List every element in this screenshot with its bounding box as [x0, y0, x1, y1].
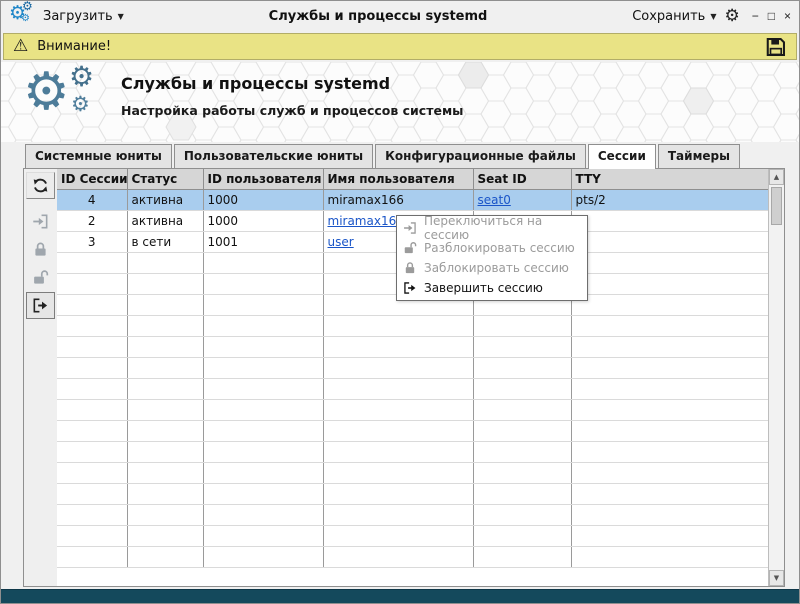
session-toolbar [24, 169, 57, 586]
tab-sessions[interactable]: Сессии [587, 144, 656, 169]
tab-config-files[interactable]: Конфигурационные файлы [375, 144, 586, 168]
unlock-session-button [26, 264, 55, 291]
refresh-icon [32, 177, 49, 194]
save-button[interactable]: Сохранить ▼ [632, 9, 716, 24]
seat-link[interactable]: seat0 [478, 193, 511, 207]
menu-item-lock-session: Заблокировать сессию [397, 258, 587, 278]
settings-gear-icon[interactable]: ⚙ [724, 7, 739, 25]
maximize-button[interactable]: □ [768, 10, 775, 22]
warning-bar: ⚠ Внимание! [3, 33, 797, 60]
lock-icon [403, 261, 417, 275]
column-header-user-id: ID пользователя [203, 169, 324, 190]
table-row-empty [57, 525, 768, 547]
lock-icon [32, 241, 49, 258]
table-row-empty [57, 546, 768, 568]
window-title: Службы и процессы systemd [268, 8, 488, 24]
switch-to-session-button [26, 208, 55, 235]
close-button[interactable]: × [784, 10, 791, 22]
user-link[interactable]: user [328, 235, 354, 249]
page-subtitle: Настройка работы служб и процессов систе… [121, 103, 464, 118]
terminate-session-icon [403, 281, 417, 295]
app-logo-gears: ⚙ ⚙ ⚙ [23, 62, 95, 122]
table-row-empty [57, 399, 768, 421]
warning-text: Внимание! [37, 39, 112, 54]
tab-system-units[interactable]: Системные юниты [25, 144, 172, 168]
refresh-button[interactable] [26, 172, 55, 199]
table-row-empty [57, 378, 768, 400]
sessions-table-wrap: ID Сессии Статус ID пользователя Имя пол… [57, 169, 768, 586]
scroll-up-button[interactable]: ▲ [769, 169, 784, 185]
table-row-empty [57, 483, 768, 505]
terminate-session-button[interactable] [26, 292, 55, 319]
column-header-user-name: Имя пользователя [323, 169, 474, 190]
load-button-label: Загрузить [43, 8, 113, 24]
app-window: ⚙ ⚙ ⚙ Загрузить ▼ Службы и процессы syst… [0, 0, 800, 604]
terminate-session-icon [32, 297, 49, 314]
column-header-tty: TTY [571, 169, 768, 190]
user-link[interactable]: miramax166 [328, 214, 404, 228]
save-button-label: Сохранить [632, 8, 706, 24]
table-row[interactable]: 4 активна 1000 miramax166 seat0 pts/2 [57, 189, 768, 211]
menu-item-switch-session: Переключиться на сессию [397, 214, 587, 242]
save-file-icon[interactable] [765, 36, 787, 58]
unlock-icon [32, 269, 49, 286]
column-header-seat-id: Seat ID [473, 169, 572, 190]
menu-item-terminate-session[interactable]: Завершить сессию [397, 278, 587, 298]
table-row-empty [57, 420, 768, 442]
table-row-empty [57, 315, 768, 337]
scrollbar-thumb[interactable] [771, 187, 782, 225]
minimize-button[interactable]: − [752, 10, 759, 22]
title-bar: ⚙ ⚙ ⚙ Загрузить ▼ Службы и процессы syst… [1, 1, 799, 31]
tab-user-units[interactable]: Пользовательские юниты [173, 144, 374, 168]
table-row-empty [57, 462, 768, 484]
dropdown-arrow-icon: ▼ [710, 11, 717, 21]
scroll-down-button[interactable]: ▼ [769, 570, 784, 586]
dropdown-arrow-icon: ▼ [117, 11, 124, 21]
table-row-empty [57, 336, 768, 358]
table-row-empty [57, 504, 768, 526]
window-controls: − □ × [752, 10, 791, 22]
scrollbar-track[interactable] [769, 225, 784, 570]
table-row-empty [57, 441, 768, 463]
unlock-icon [403, 241, 417, 255]
scroll-up-icon: ▲ [773, 173, 780, 181]
menu-item-unlock-session: Разблокировать сессию [397, 238, 587, 258]
session-context-menu: Переключиться на сессию Разблокировать с… [396, 214, 588, 301]
switch-session-icon [403, 221, 417, 235]
app-header: ⚙ ⚙ ⚙ Службы и процессы systemd Настройк… [1, 62, 799, 142]
table-header-row: ID Сессии Статус ID пользователя Имя пол… [57, 169, 768, 190]
table-row-empty [57, 357, 768, 379]
column-header-status: Статус [127, 169, 204, 190]
status-bar [1, 589, 799, 603]
sessions-panel: ID Сессии Статус ID пользователя Имя пол… [23, 168, 785, 587]
page-title: Службы и процессы systemd [121, 74, 391, 93]
lock-session-button [26, 236, 55, 263]
column-header-session-id: ID Сессии [57, 169, 128, 190]
tab-timers[interactable]: Таймеры [657, 144, 740, 168]
load-button[interactable]: Загрузить ▼ [43, 9, 124, 24]
scroll-down-icon: ▼ [773, 574, 780, 582]
switch-session-icon [32, 213, 49, 230]
vertical-scrollbar[interactable]: ▲ ▼ [768, 169, 784, 586]
app-gears-icon: ⚙ ⚙ ⚙ [9, 0, 33, 24]
tab-bar: Системные юниты Пользовательские юниты К… [1, 142, 799, 169]
warning-triangle-icon: ⚠ [13, 36, 29, 56]
